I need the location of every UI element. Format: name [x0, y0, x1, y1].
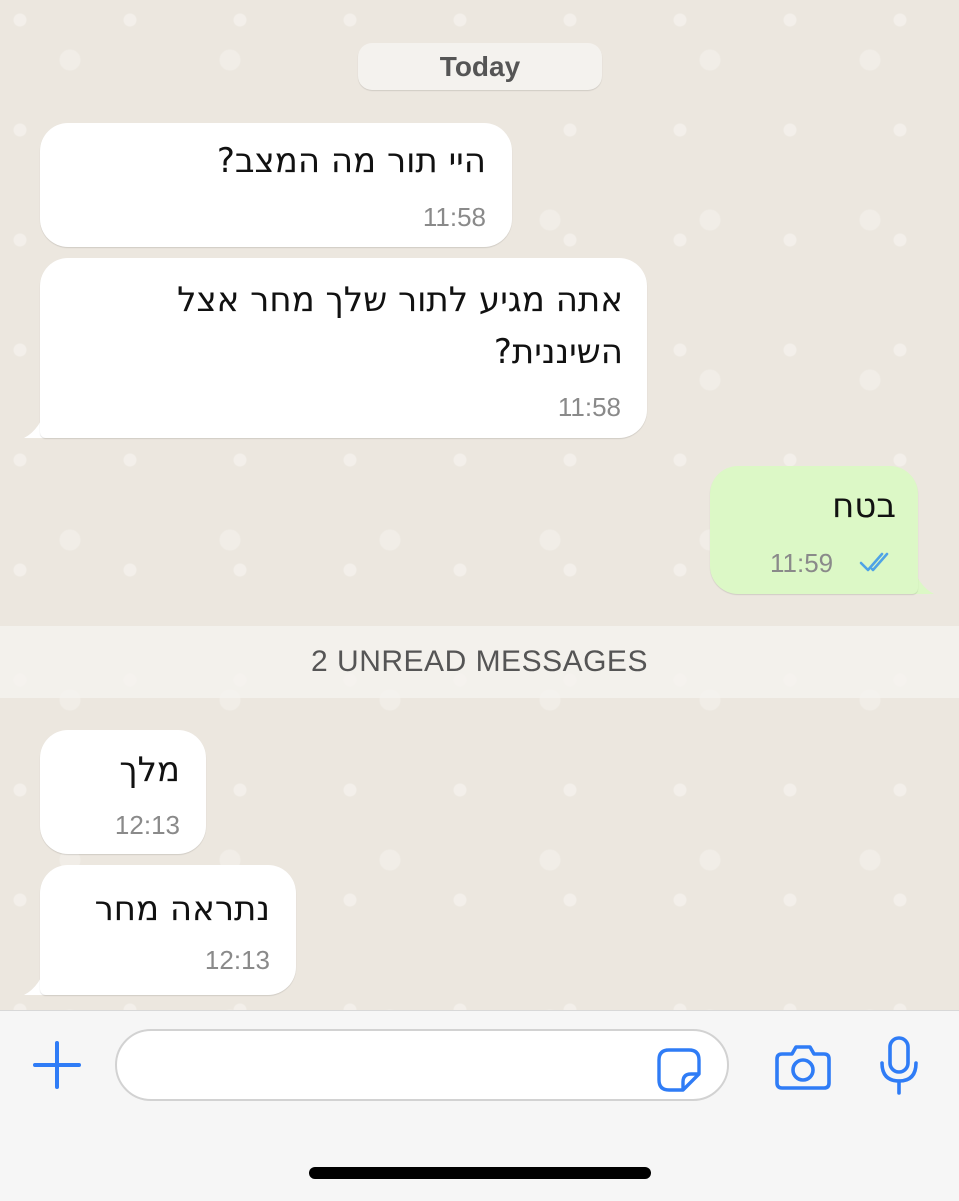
plus-icon [33, 1041, 81, 1089]
home-indicator[interactable] [309, 1167, 651, 1179]
message-bubble-incoming[interactable]: נתראה מחר 12:13 [40, 865, 296, 995]
message-bubble-outgoing[interactable]: בטח 11:59 [710, 466, 918, 594]
sticker-icon [657, 1048, 701, 1092]
message-bubble-incoming[interactable]: היי תור מה המצב? 11:58 [40, 123, 512, 247]
message-text: מלך [119, 750, 180, 790]
message-text: בטח [832, 486, 896, 526]
camera-icon [775, 1045, 831, 1090]
message-time: 12:13 [114, 810, 180, 840]
voice-message-button[interactable] [872, 1033, 926, 1099]
message-bubble-incoming[interactable]: מלך 12:13 [40, 730, 206, 854]
date-separator: Today [358, 43, 602, 90]
message-text: אתה מגיע לתור שלך מחר אצל השיננית? [177, 280, 623, 372]
message-time: 11:58 [422, 202, 486, 232]
date-label: Today [439, 50, 521, 82]
message-time: 11:58 [557, 392, 621, 422]
message-text: היי תור מה המצב? [216, 141, 486, 181]
read-receipt-icon [859, 552, 889, 572]
unread-label: 2 UNREAD MESSAGES [311, 645, 648, 678]
message-time: 12:13 [204, 945, 270, 975]
sticker-button[interactable] [654, 1045, 704, 1095]
message-time: 11:59 [770, 548, 834, 578]
microphone-icon [880, 1036, 918, 1095]
message-bubble-incoming[interactable]: אתה מגיע לתור שלך מחר אצל השיננית? 11:58 [40, 258, 647, 438]
message-input[interactable] [115, 1029, 729, 1101]
message-text: נתראה מחר [94, 889, 270, 929]
chat-area: Today היי תור מה המצב? 11:58 אתה מגיע לת… [0, 0, 959, 1010]
unread-messages-divider: 2 UNREAD MESSAGES [0, 626, 959, 698]
attach-button[interactable] [28, 1036, 86, 1094]
camera-button[interactable] [772, 1039, 834, 1095]
